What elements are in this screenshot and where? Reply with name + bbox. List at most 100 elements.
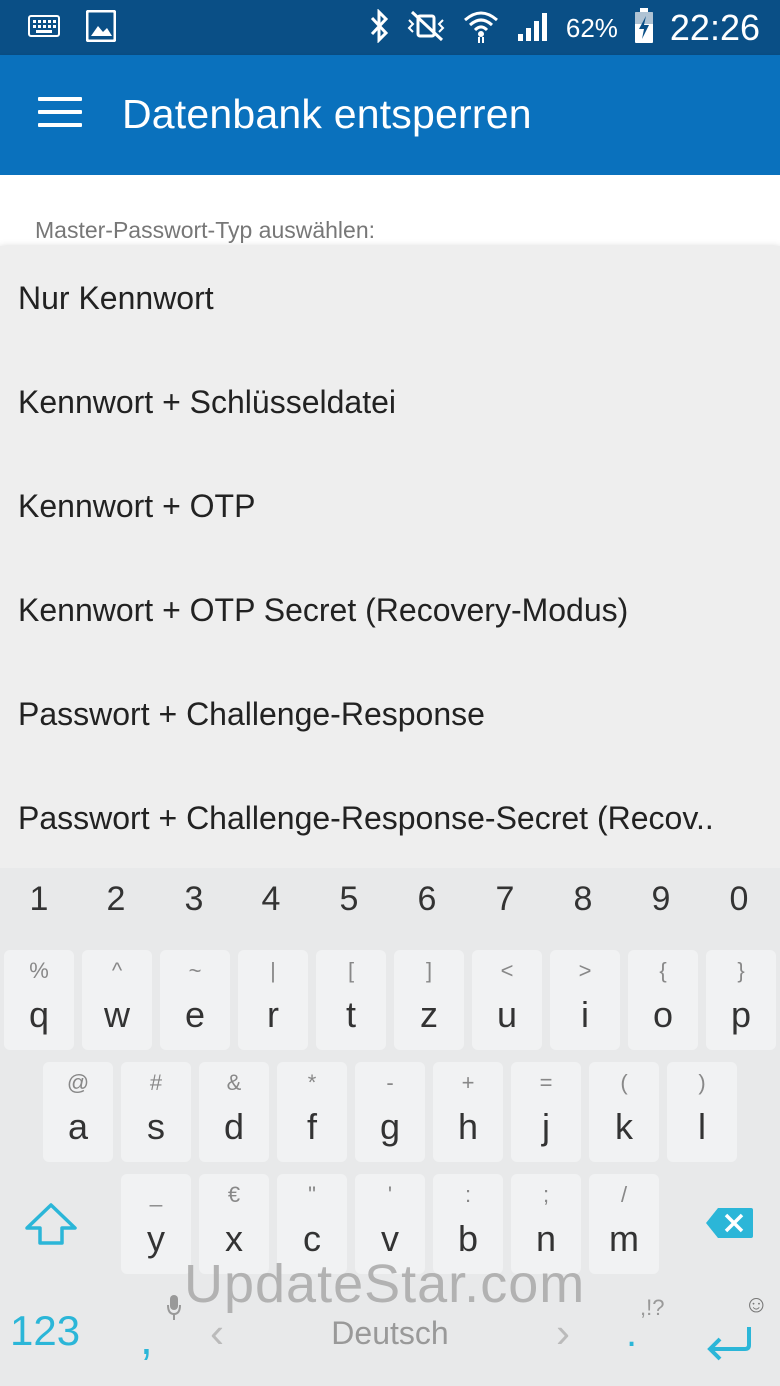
key-4[interactable]: 4 — [232, 880, 310, 919]
key-0[interactable]: 0 — [700, 880, 778, 919]
key-3[interactable]: 3 — [155, 880, 233, 919]
key-label: m — [609, 1218, 639, 1259]
key-5[interactable]: 5 — [310, 880, 388, 919]
key-7[interactable]: 7 — [466, 880, 544, 919]
key-hint: + — [461, 1070, 475, 1095]
option-password-challenge-response-secret[interactable]: Passwort + Challenge-Response-Secret (Re… — [0, 766, 780, 870]
keyboard-language-label: Deutsch — [331, 1315, 449, 1351]
password-type-label: Master-Passwort-Typ auswählen: — [35, 217, 376, 243]
option-password-challenge-response[interactable]: Passwort + Challenge-Response — [0, 662, 780, 766]
period-key[interactable]: . — [626, 1311, 637, 1356]
key-e[interactable]: ~ e — [160, 950, 230, 1050]
option-password-otp-secret[interactable]: Kennwort + OTP Secret (Recovery-Modus) — [0, 558, 780, 662]
key-label: q — [28, 994, 50, 1035]
key-y[interactable]: _ y — [121, 1174, 191, 1274]
key-o[interactable]: {o — [628, 950, 698, 1050]
key-d[interactable]: & d — [199, 1062, 269, 1162]
key-hint: ; — [542, 1182, 550, 1207]
key-g[interactable]: -g — [355, 1062, 425, 1162]
key-hint: | — [270, 958, 276, 983]
option-password-otp[interactable]: Kennwort + OTP — [0, 454, 780, 558]
page-title: Datenbank entsperren — [122, 91, 532, 137]
image-icon — [85, 9, 117, 47]
key-hint: ) — [698, 1070, 706, 1095]
key-label: u — [496, 994, 518, 1035]
key-hint: < — [500, 958, 514, 983]
shift-icon — [25, 1203, 77, 1245]
key-hint: ~ — [188, 958, 202, 983]
key-hint: @ — [66, 1070, 90, 1095]
number-row: 1 2 3 4 5 6 7 8 9 0 — [0, 868, 780, 940]
key-label: l — [698, 1106, 706, 1147]
key-z[interactable]: ] z — [394, 950, 464, 1050]
password-type-dropdown: Nur Kennwort Kennwort + Schlüsseldatei K… — [0, 246, 780, 868]
key-hint: - — [386, 1070, 394, 1095]
key-label: y — [147, 1218, 165, 1259]
key-label: f — [306, 1106, 317, 1147]
key-label: a — [67, 1106, 89, 1147]
key-hint: ^ — [111, 958, 123, 983]
hamburger-menu-icon[interactable] — [38, 97, 82, 131]
keyboard-icon — [28, 15, 60, 42]
key-f[interactable]: * f — [277, 1062, 347, 1162]
backspace-icon — [706, 1208, 753, 1238]
key-6[interactable]: 6 — [388, 880, 466, 919]
option-password-keyfile[interactable]: Kennwort + Schlüsseldatei — [0, 350, 780, 454]
key-hint: & — [226, 1070, 242, 1095]
key-8[interactable]: 8 — [544, 880, 622, 919]
app-bar: Datenbank entsperren — [0, 55, 780, 175]
key-j[interactable]: = j — [511, 1062, 581, 1162]
key-label: o — [652, 994, 674, 1035]
key-2[interactable]: 2 — [77, 880, 155, 919]
key-label: t — [345, 994, 356, 1035]
backspace-key[interactable] — [680, 1174, 776, 1274]
key-p[interactable]: } p — [706, 950, 776, 1050]
key-hint: ( — [620, 1070, 628, 1095]
microphone-icon[interactable] — [166, 1293, 182, 1326]
signal-icon — [516, 10, 550, 47]
key-hint: : — [464, 1182, 472, 1207]
key-hint: } — [737, 958, 745, 983]
key-label: e — [184, 994, 206, 1035]
enter-icon[interactable] — [704, 1323, 754, 1368]
key-label: z — [420, 994, 438, 1035]
key-label: k — [615, 1106, 633, 1147]
key-a[interactable]: @ a — [43, 1062, 113, 1162]
key-label: s — [147, 1106, 165, 1147]
key-label: d — [223, 1106, 245, 1147]
key-1[interactable]: 1 — [0, 880, 78, 919]
key-h[interactable]: + h — [433, 1062, 503, 1162]
key-u[interactable]: < u — [472, 950, 542, 1050]
key-k[interactable]: (k — [589, 1062, 659, 1162]
key-9[interactable]: 9 — [622, 880, 700, 919]
key-hint: / — [620, 1182, 628, 1207]
symbols-mode-key[interactable]: 123 — [10, 1307, 80, 1355]
status-bar: 62% 22:26 — [0, 0, 780, 55]
key-t[interactable]: [t — [316, 950, 386, 1050]
key-hint: € — [227, 1182, 241, 1207]
key-w[interactable]: ^ w — [82, 950, 152, 1050]
key-hint: # — [149, 1070, 163, 1095]
option-password-only[interactable]: Nur Kennwort — [0, 246, 780, 350]
keyboard-bottom-row: 123 , ‹ Deutsch › ,!? . ☺ — [0, 1275, 780, 1386]
key-hint: " — [308, 1182, 316, 1207]
key-s[interactable]: # s — [121, 1062, 191, 1162]
key-i[interactable]: > i — [550, 950, 620, 1050]
key-hint: ] — [425, 958, 433, 983]
comma-key[interactable]: , — [140, 1311, 153, 1365]
key-hint: { — [659, 958, 667, 983]
clock: 22:26 — [669, 7, 760, 48]
key-r[interactable]: | r — [238, 950, 308, 1050]
key-l[interactable]: ) l — [667, 1062, 737, 1162]
key-label: p — [730, 994, 752, 1035]
key-q[interactable]: % q — [4, 950, 74, 1050]
key-m[interactable]: / m — [589, 1174, 659, 1274]
bluetooth-icon — [368, 7, 390, 48]
emoji-icon[interactable]: ☺ — [744, 1291, 769, 1319]
key-label: w — [104, 994, 130, 1035]
space-key[interactable]: ‹ Deutsch › — [200, 1295, 580, 1367]
key-hint: * — [307, 1070, 317, 1095]
key-hint: ' — [387, 1182, 393, 1207]
key-hint: = — [539, 1070, 553, 1095]
shift-key[interactable] — [4, 1174, 100, 1274]
